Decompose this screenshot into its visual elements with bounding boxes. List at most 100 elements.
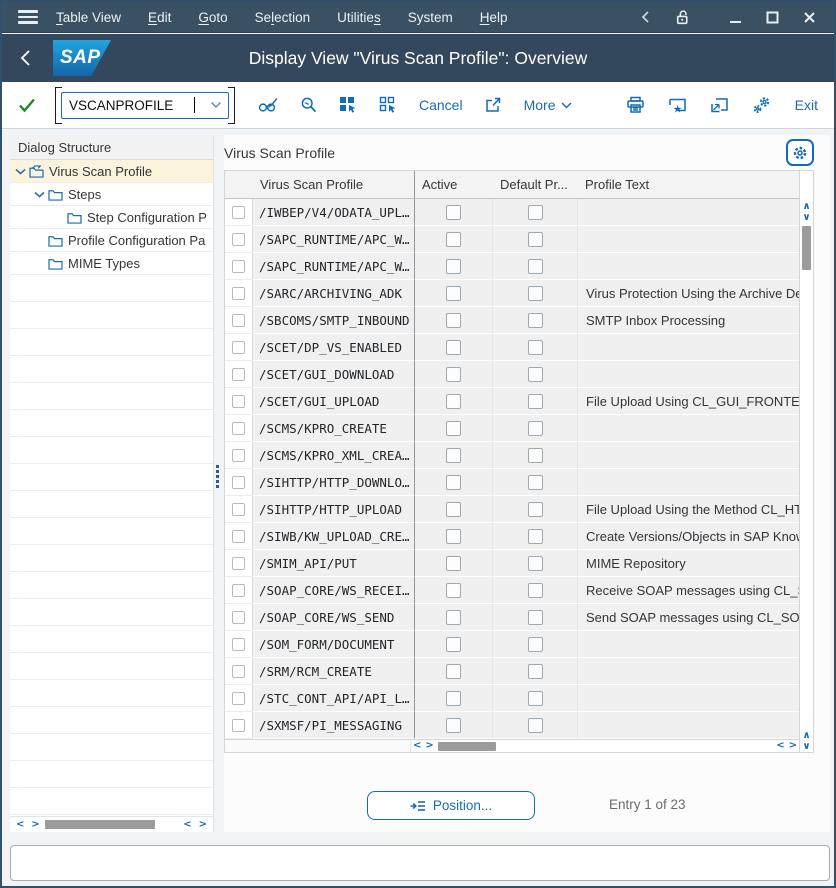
table-row[interactable]: /SIHTTP/HTTP_UPLOADFile Upload Using the…	[225, 496, 799, 523]
scroll-up-icon[interactable]: ∧	[802, 201, 810, 212]
panel-splitter-handle[interactable]	[216, 465, 220, 488]
active-checkbox[interactable]	[446, 205, 461, 220]
profile-name-cell[interactable]: /SOAP_CORE/WS_SEND	[253, 604, 415, 631]
table-row[interactable]: /SOAP_CORE/WS_SENDSend SOAP messages usi…	[225, 604, 799, 631]
default-checkbox[interactable]	[528, 205, 543, 220]
tree-item-profile-configuration-pa[interactable]: Profile Configuration Pa	[10, 229, 213, 252]
active-checkbox[interactable]	[446, 610, 461, 625]
profile-name-cell[interactable]: /SOM_FORM/DOCUMENT	[253, 631, 415, 658]
profile-name-cell[interactable]: /SMIM_API/PUT	[253, 550, 415, 577]
row-select-checkbox[interactable]	[232, 395, 245, 408]
table-row[interactable]: /SCET/GUI_UPLOADFile Upload Using CL_GUI…	[225, 388, 799, 415]
row-select-checkbox[interactable]	[232, 233, 245, 246]
default-checkbox[interactable]	[528, 367, 543, 382]
settings-gears-icon[interactable]	[752, 96, 772, 115]
scroll-right-icon[interactable]: >	[787, 741, 799, 751]
scroll-left-icon[interactable]: <	[774, 741, 786, 751]
default-checkbox[interactable]	[528, 718, 543, 733]
profile-name-cell[interactable]: /SIHTTP/HTTP_DOWNLO…	[253, 469, 415, 496]
scrollbar-thumb[interactable]	[802, 226, 811, 270]
menu-goto[interactable]: Goto	[198, 10, 227, 25]
confirm-checkmark-icon[interactable]	[18, 97, 36, 113]
table-row[interactable]: /SOM_FORM/DOCUMENT	[225, 631, 799, 658]
profile-name-cell[interactable]: /SAPC_RUNTIME/APC_W…	[253, 226, 415, 253]
select-block-icon[interactable]	[339, 96, 358, 114]
active-checkbox[interactable]	[446, 259, 461, 274]
profile-name-cell[interactable]: /SRM/RCM_CREATE	[253, 658, 415, 685]
default-checkbox[interactable]	[528, 556, 543, 571]
active-checkbox[interactable]	[446, 529, 461, 544]
default-checkbox[interactable]	[528, 583, 543, 598]
default-checkbox[interactable]	[528, 313, 543, 328]
active-checkbox[interactable]	[446, 421, 461, 436]
tree-item-step-configuration-p[interactable]: Step Configuration P	[10, 206, 213, 229]
tree-item-mime-types[interactable]: MIME Types	[10, 252, 213, 275]
active-checkbox[interactable]	[446, 583, 461, 598]
active-checkbox[interactable]	[446, 637, 461, 652]
default-checkbox[interactable]	[528, 664, 543, 679]
deselect-block-icon[interactable]	[379, 96, 398, 114]
menu-system[interactable]: System	[408, 10, 453, 25]
active-checkbox[interactable]	[446, 286, 461, 301]
row-select-checkbox[interactable]	[232, 368, 245, 381]
scroll-down-icon[interactable]: ∨	[802, 741, 810, 752]
row-select-checkbox[interactable]	[232, 260, 245, 273]
table-row[interactable]: /SCMS/KPRO_XML_CREA…	[225, 442, 799, 469]
active-checkbox[interactable]	[446, 502, 461, 517]
command-field[interactable]	[61, 92, 229, 119]
active-checkbox[interactable]	[446, 664, 461, 679]
tree-item-steps[interactable]: Steps	[10, 183, 213, 206]
table-row[interactable]: /STC_CONT_API/API_L…	[225, 685, 799, 712]
display-change-icon[interactable]	[258, 96, 279, 114]
table-row[interactable]: /SRM/RCM_CREATE	[225, 658, 799, 685]
table-row[interactable]: /SIHTTP/HTTP_DOWNLO…	[225, 469, 799, 496]
active-checkbox[interactable]	[446, 475, 461, 490]
collapse-chevron-icon[interactable]	[641, 10, 650, 24]
row-select-checkbox[interactable]	[232, 422, 245, 435]
row-select-checkbox[interactable]	[232, 206, 245, 219]
row-select-checkbox[interactable]	[232, 287, 245, 300]
tree-item-virus-scan-profile[interactable]: Virus Scan Profile	[10, 160, 213, 183]
default-checkbox[interactable]	[528, 610, 543, 625]
default-checkbox[interactable]	[528, 637, 543, 652]
profile-name-cell[interactable]: /SCMS/KPRO_XML_CREA…	[253, 442, 415, 469]
default-checkbox[interactable]	[528, 286, 543, 301]
default-checkbox[interactable]	[528, 259, 543, 274]
scrollbar-thumb[interactable]	[45, 820, 155, 829]
scroll-left-icon[interactable]: <	[181, 820, 193, 830]
profile-name-cell[interactable]: /SIHTTP/HTTP_UPLOAD	[253, 496, 415, 523]
row-select-checkbox[interactable]	[232, 692, 245, 705]
active-checkbox[interactable]	[446, 313, 461, 328]
default-checkbox[interactable]	[528, 529, 543, 544]
new-session-icon[interactable]	[710, 96, 729, 114]
profile-name-cell[interactable]: /SAPC_RUNTIME/APC_W…	[253, 253, 415, 280]
table-row[interactable]: /SCET/GUI_DOWNLOAD	[225, 361, 799, 388]
table-row[interactable]: /SCET/DP_VS_ENABLED	[225, 334, 799, 361]
profile-name-cell[interactable]: /SCET/DP_VS_ENABLED	[253, 334, 415, 361]
table-row[interactable]: /SCMS/KPRO_CREATE	[225, 415, 799, 442]
new-window-star-icon[interactable]	[668, 96, 687, 114]
row-select-checkbox[interactable]	[232, 719, 245, 732]
default-checkbox[interactable]	[528, 340, 543, 355]
cancel-button[interactable]: Cancel	[419, 97, 463, 113]
find-icon[interactable]	[300, 96, 318, 114]
row-select-checkbox[interactable]	[232, 530, 245, 543]
default-checkbox[interactable]	[528, 475, 543, 490]
row-select-checkbox[interactable]	[232, 503, 245, 516]
default-checkbox[interactable]	[528, 232, 543, 247]
table-row[interactable]: /SXMSF/PI_MESSAGING	[225, 712, 799, 739]
print-icon[interactable]	[626, 96, 645, 114]
share-icon[interactable]	[484, 96, 503, 114]
profile-name-cell[interactable]: /SBCOMS/SMTP_INBOUND	[253, 307, 415, 334]
table-row[interactable]: /SBCOMS/SMTP_INBOUNDSMTP Inbox Processin…	[225, 307, 799, 334]
profile-name-cell[interactable]: /SARC/ARCHIVING_ADK	[253, 280, 415, 307]
table-row[interactable]: /SMIM_API/PUTMIME Repository	[225, 550, 799, 577]
command-input[interactable]	[62, 98, 194, 113]
profile-name-cell[interactable]: /SIWB/KW_UPLOAD_CRE…	[253, 523, 415, 550]
default-checkbox[interactable]	[528, 448, 543, 463]
profile-name-cell[interactable]: /SXMSF/PI_MESSAGING	[253, 712, 415, 739]
profile-name-cell[interactable]: /SCMS/KPRO_CREATE	[253, 415, 415, 442]
row-select-checkbox[interactable]	[232, 476, 245, 489]
profile-name-cell[interactable]: /SOAP_CORE/WS_RECEI…	[253, 577, 415, 604]
row-select-checkbox[interactable]	[232, 584, 245, 597]
